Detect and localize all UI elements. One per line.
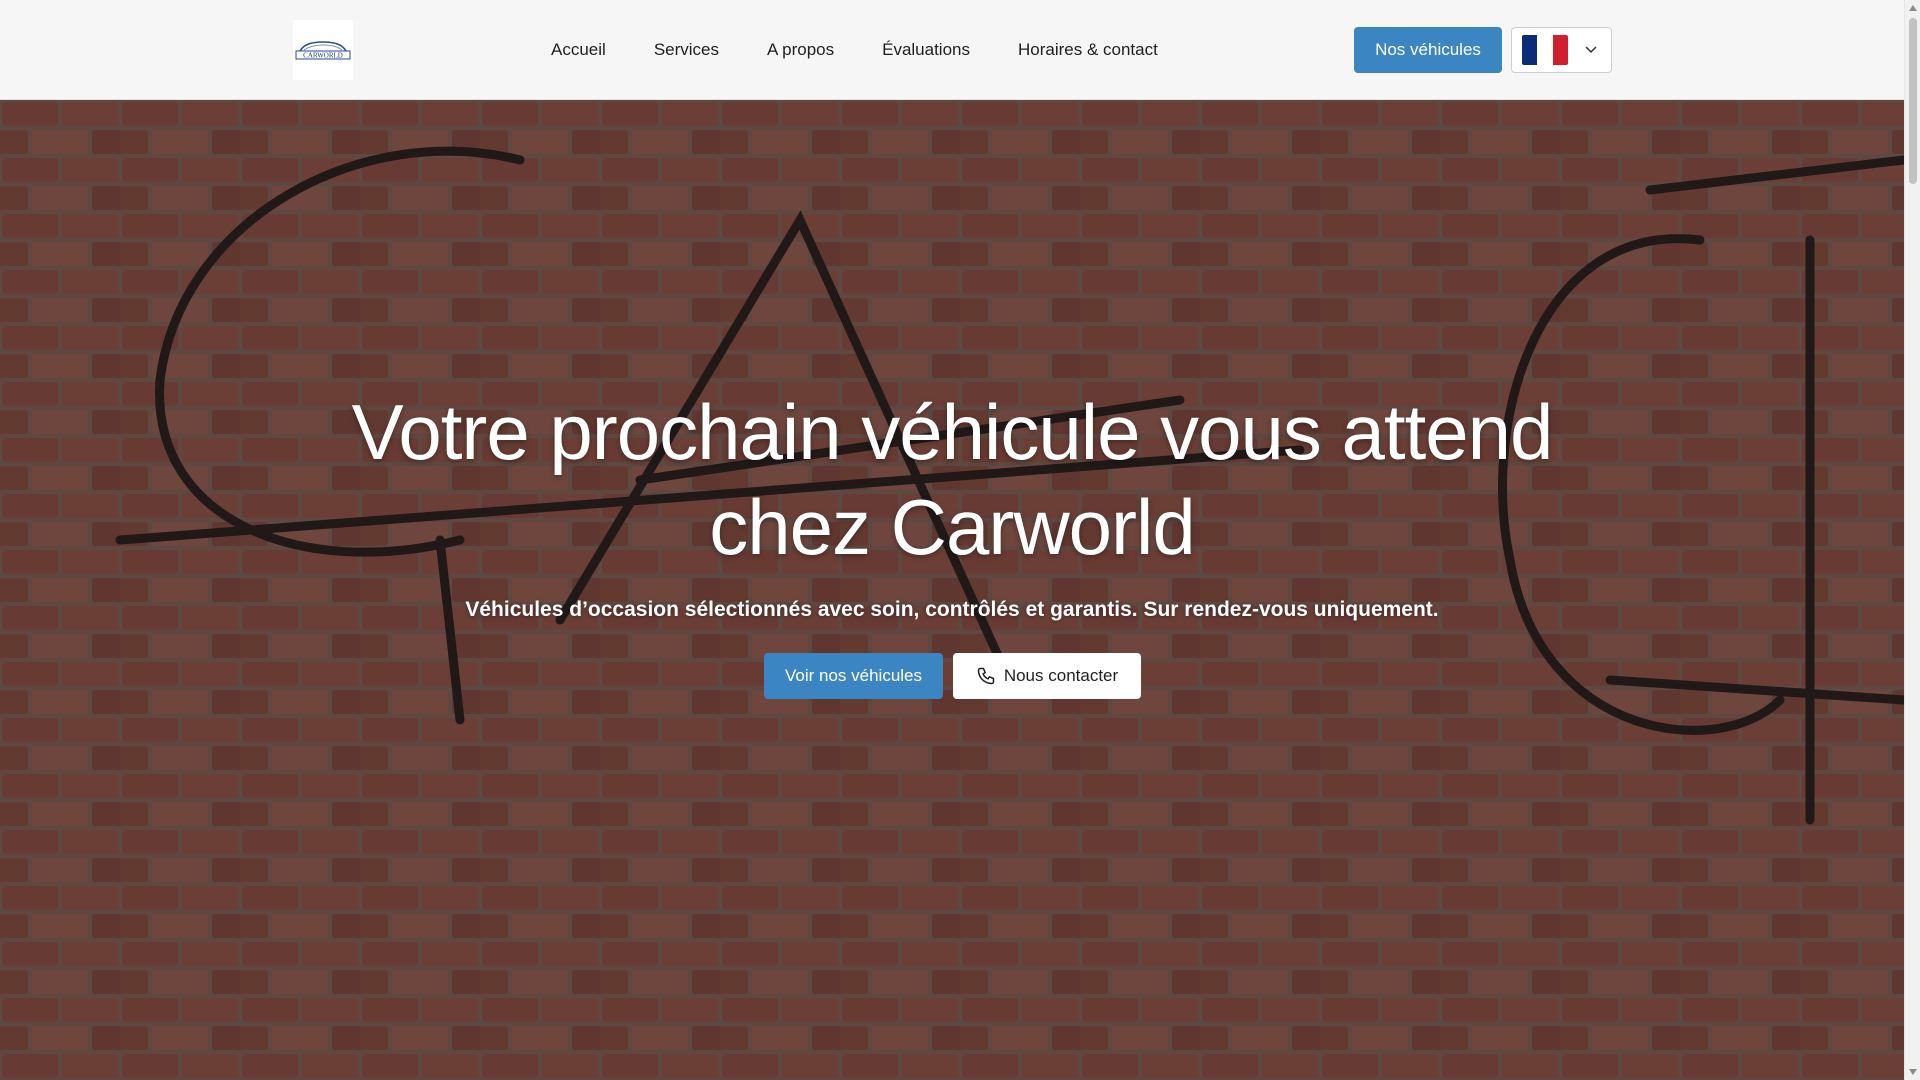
- nav-item-a-propos[interactable]: A propos: [767, 40, 834, 60]
- site-header: CARWORLD Accueil Services A propos Évalu…: [0, 0, 1904, 100]
- scroll-down-arrow-icon[interactable]: [1909, 1069, 1917, 1075]
- scroll-up-arrow-icon[interactable]: [1909, 5, 1917, 11]
- nav-item-services[interactable]: Services: [654, 40, 719, 60]
- chevron-down-icon: [1584, 43, 1598, 57]
- hero-title: Votre prochain véhicule vous attend chez…: [351, 388, 1554, 571]
- nos-vehicules-button[interactable]: Nos véhicules: [1354, 27, 1502, 73]
- french-flag-icon: [1522, 35, 1568, 65]
- hero-subtitle: Véhicules d’occasion sélectionnés avec s…: [465, 598, 1439, 621]
- language-selector[interactable]: [1511, 27, 1612, 73]
- main-nav: Accueil Services A propos Évaluations Ho…: [551, 0, 1158, 100]
- nav-item-accueil[interactable]: Accueil: [551, 40, 606, 60]
- phone-icon: [976, 666, 996, 686]
- page: CARWORLD Accueil Services A propos Évalu…: [0, 0, 1920, 1080]
- car-logo-icon: CARWORLD: [295, 41, 351, 60]
- svg-text:CARWORLD: CARWORLD: [303, 52, 343, 60]
- scroll-thumb[interactable]: [1909, 18, 1917, 184]
- voir-vehicules-button[interactable]: Voir nos véhicules: [764, 653, 943, 699]
- flag-stripe-red: [1552, 35, 1568, 65]
- nous-contacter-button[interactable]: Nous contacter: [953, 653, 1141, 699]
- logo[interactable]: CARWORLD: [293, 20, 353, 80]
- nous-contacter-label: Nous contacter: [1003, 666, 1119, 685]
- flag-stripe-blue: [1522, 35, 1538, 65]
- nav-item-evaluations[interactable]: Évaluations: [882, 40, 970, 60]
- hero-section: Votre prochain véhicule vous attend chez…: [0, 100, 1904, 1080]
- flag-stripe-white: [1537, 35, 1553, 65]
- nav-item-horaires-contact[interactable]: Horaires & contact: [1018, 40, 1158, 60]
- page-scrollbar[interactable]: [1904, 0, 1920, 1080]
- hero-overlay: [0, 100, 1904, 1080]
